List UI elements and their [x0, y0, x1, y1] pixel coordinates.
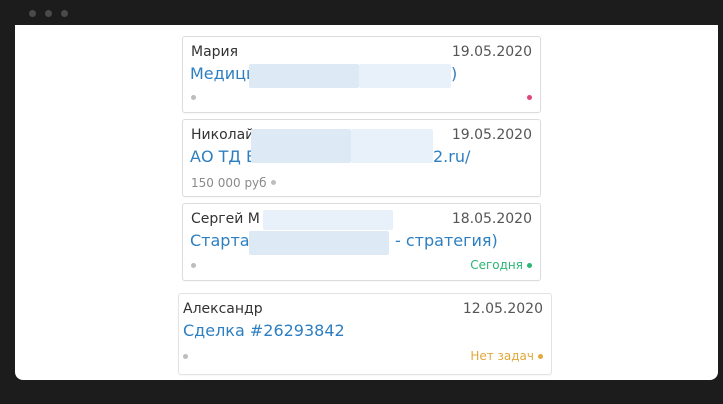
status-dot — [527, 263, 532, 268]
redacted-text-block — [263, 210, 393, 230]
window-titlebar — [15, 0, 718, 25]
deal-title-suffix[interactable]: 2.ru/ — [433, 147, 470, 166]
deal-date: 19.05.2020 — [451, 44, 532, 60]
window-maximize-dot[interactable] — [61, 10, 68, 17]
deal-title-prefix[interactable]: АО ТД В — [190, 147, 257, 166]
deal-title-suffix[interactable]: - стратегия) — [395, 231, 498, 250]
contact-name: Мария — [191, 44, 239, 60]
bullet-dot — [191, 263, 196, 268]
deal-date: 18.05.2020 — [451, 211, 532, 227]
window-close-dot[interactable] — [29, 10, 36, 17]
deal-date: 12.05.2020 — [462, 301, 543, 317]
redacted-text-block — [249, 231, 389, 255]
redacted-text-block — [251, 129, 351, 163]
bullet-dot — [183, 354, 188, 359]
task-status: Нет задач — [470, 349, 534, 363]
deal-title[interactable]: Сделка #26293842 — [183, 321, 345, 340]
redacted-text-block — [351, 129, 433, 163]
task-status: Сегодня — [470, 258, 523, 272]
redacted-text-block — [249, 64, 359, 88]
status-dot — [538, 354, 543, 359]
redacted-text-block — [359, 64, 451, 88]
deal-title-suffix[interactable]: ) — [451, 64, 457, 83]
deal-title-prefix[interactable]: Медици — [190, 64, 256, 83]
page-content: Мария 19.05.2020 Медици ) Николай 19.05.… — [15, 25, 718, 380]
deal-card[interactable]: Николай 19.05.2020 АО ТД В 2.ru/ 150 000… — [182, 119, 541, 197]
deals-column: Мария 19.05.2020 Медици ) Николай 19.05.… — [178, 25, 553, 380]
deal-card[interactable]: Александр 12.05.2020 Сделка #26293842 Не… — [178, 293, 552, 375]
bullet-dot — [191, 95, 196, 100]
deal-date: 19.05.2020 — [451, 127, 532, 143]
contact-name: Николай — [191, 127, 255, 143]
deal-amount: 150 000 руб — [191, 176, 267, 190]
deal-card[interactable]: Сергей М 18.05.2020 Стартап - стратегия)… — [182, 203, 541, 281]
deal-card[interactable]: Мария 19.05.2020 Медици ) — [182, 36, 541, 113]
contact-name: Александр — [183, 301, 263, 317]
bullet-dot — [271, 180, 276, 185]
contact-name: Сергей М — [191, 211, 260, 227]
window-minimize-dot[interactable] — [45, 10, 52, 17]
status-dot — [527, 95, 532, 100]
app-window: Мария 19.05.2020 Медици ) Николай 19.05.… — [15, 0, 718, 380]
